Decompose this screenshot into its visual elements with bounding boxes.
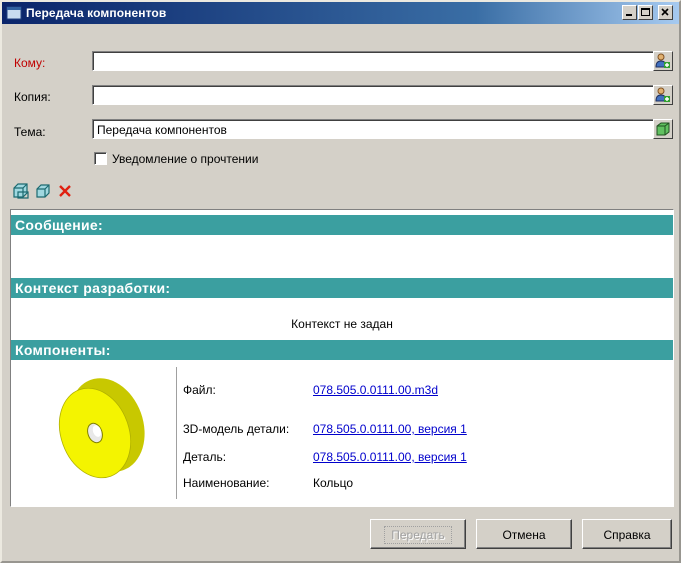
subject-field[interactable]: Передача компонентов [92,119,659,139]
close-icon [661,8,669,16]
name-label: Наименование: [183,476,270,490]
window-app-icon [6,6,22,20]
file-link[interactable]: 078.505.0.0111.00.m3d [313,383,438,397]
to-field[interactable] [92,51,659,71]
send-button[interactable]: Передать [370,519,466,549]
send-button-label: Передать [384,526,452,544]
maximize-button[interactable] [638,5,653,20]
window-title: Передача компонентов [26,6,167,20]
model-label: 3D-модель детали: [183,422,290,436]
minimize-button[interactable] [622,5,637,20]
delete-icon[interactable] [56,182,74,200]
read-receipt-checkbox[interactable] [94,152,107,165]
part-label: Деталь: [183,450,227,464]
cancel-button[interactable]: Отмена [476,519,572,549]
add-component-icon[interactable] [12,182,30,200]
cc-label: Копия: [14,90,51,104]
cc-field[interactable] [92,85,659,105]
to-label: Кому: [14,56,46,70]
subject-select-button[interactable] [653,119,673,139]
message-section-header: Сообщение: [11,215,673,235]
subject-label: Тема: [14,125,46,139]
maximize-icon [641,8,650,16]
minimize-icon [626,14,632,16]
title-bar[interactable]: Передача компонентов [2,2,679,24]
close-button[interactable] [658,5,673,20]
read-receipt-label[interactable]: Уведомление о прочтении [112,152,258,166]
name-value: Кольцо [313,476,354,490]
file-label: Файл: [183,383,216,397]
dialog-window: Передача компонентов Кому: Копия: Тема: … [0,0,681,563]
to-add-contact-button[interactable] [653,51,673,71]
part-link[interactable]: 078.505.0.0111.00, версия 1 [313,450,467,464]
model-link[interactable]: 078.505.0.0111.00, версия 1 [313,422,467,436]
context-text: Контекст не задан [291,317,393,331]
content-panel: Сообщение: Контекст разработки: Контекст… [10,209,674,507]
component-icon[interactable] [34,182,52,200]
context-section-header: Контекст разработки: [11,278,673,298]
component-divider [176,367,177,499]
components-section-header: Компоненты: [11,340,673,360]
ring-part-thumbnail [58,378,145,479]
cc-add-contact-button[interactable] [653,85,673,105]
help-button[interactable]: Справка [582,519,672,549]
address-book-icon [656,122,670,136]
add-contact-icon [655,87,670,102]
add-contact-icon [655,53,670,68]
